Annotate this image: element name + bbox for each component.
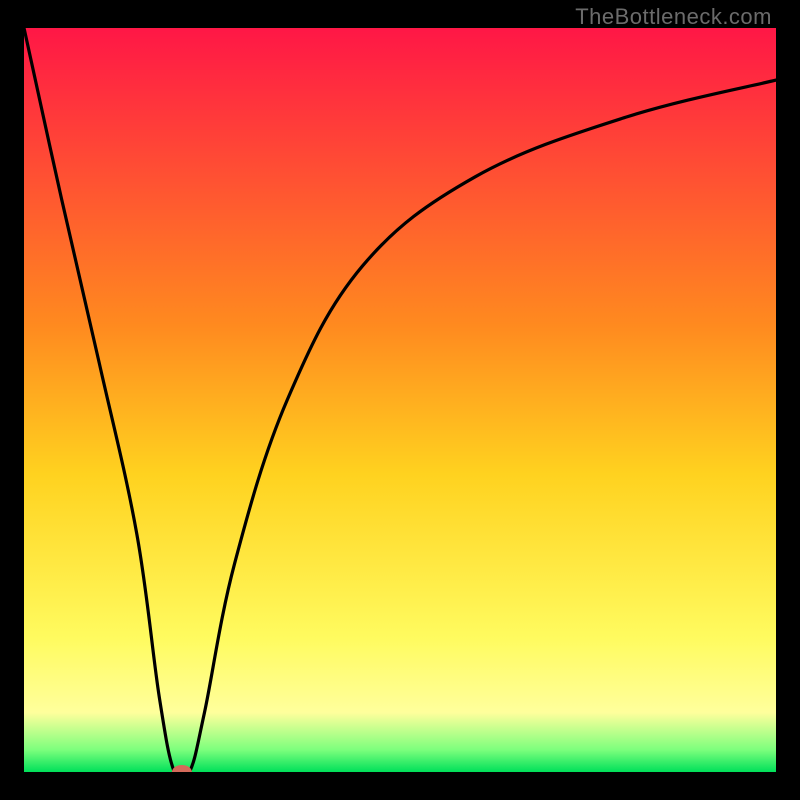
- plot-svg: [24, 28, 776, 772]
- watermark-text: TheBottleneck.com: [575, 4, 772, 30]
- plot-background: [24, 28, 776, 772]
- chart-frame: TheBottleneck.com: [0, 0, 800, 800]
- plot-area: [24, 28, 776, 772]
